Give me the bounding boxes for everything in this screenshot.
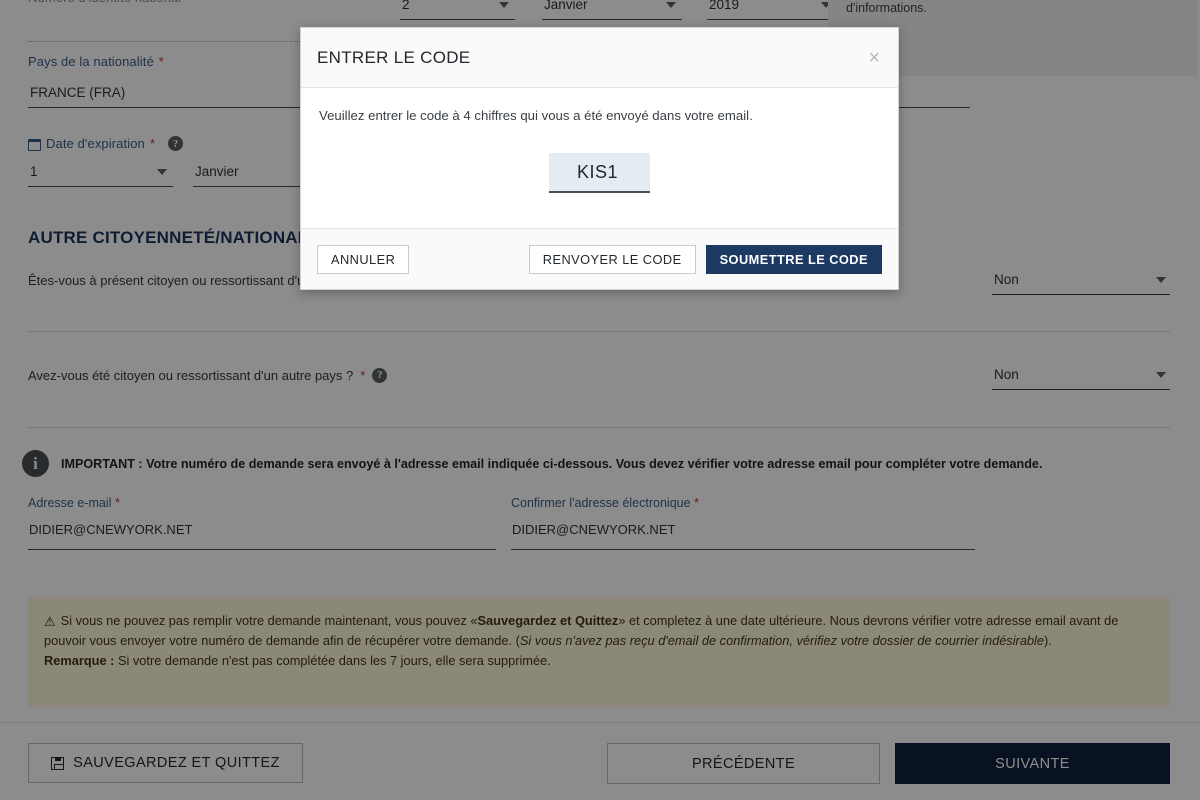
modal-header: ENTRER LE CODE × (301, 28, 898, 88)
modal-description: Veuillez entrer le code à 4 chiffres qui… (319, 108, 753, 123)
modal-body: Veuillez entrer le code à 4 chiffres qui… (301, 88, 898, 228)
cancel-button[interactable]: ANNULER (317, 244, 410, 274)
code-input[interactable] (549, 153, 650, 193)
modal-title: ENTRER LE CODE (317, 47, 471, 67)
submit-code-button[interactable]: SOUMETTRE LE CODE (705, 244, 882, 274)
enter-code-modal: ENTRER LE CODE × Veuillez entrer le code… (300, 27, 899, 290)
modal-footer: ANNULER RENVOYER LE CODE SOUMETTRE LE CO… (301, 228, 898, 289)
resend-code-button[interactable]: RENVOYER LE CODE (528, 244, 696, 274)
close-icon[interactable]: × (866, 48, 882, 68)
code-input-wrapper (319, 153, 880, 193)
